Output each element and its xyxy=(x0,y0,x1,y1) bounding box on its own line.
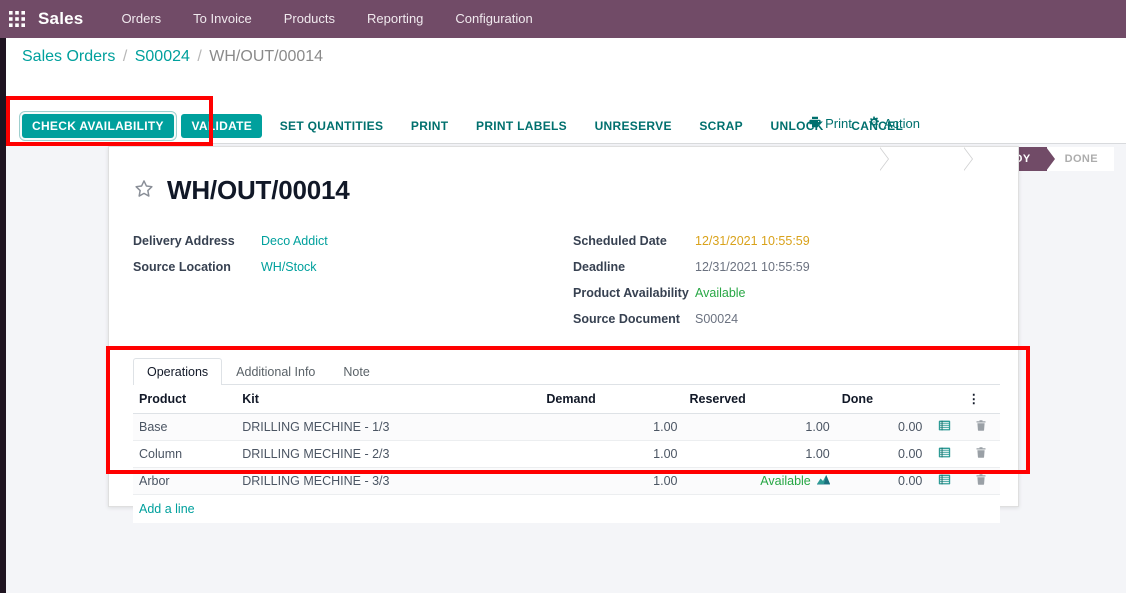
form-fields-left: Delivery Address Deco Addict Source Loca… xyxy=(133,232,573,336)
field-label: Product Availability xyxy=(573,286,689,300)
cell-done[interactable]: 0.00 xyxy=(835,467,929,495)
nav-item-reporting[interactable]: Reporting xyxy=(351,0,439,38)
detailed-operations-icon[interactable] xyxy=(938,446,951,459)
field-value: S00024 xyxy=(695,312,739,326)
field-value: 12/31/2021 10:55:59 xyxy=(695,260,810,274)
breadcrumb-current: WH/OUT/00014 xyxy=(209,48,324,65)
print-labels-button[interactable]: PRINT LABELS xyxy=(466,114,577,138)
field-delivery-address: Delivery Address Deco Addict xyxy=(133,232,573,250)
cell-product[interactable]: Arbor xyxy=(133,467,237,495)
field-value: 12/31/2021 10:55:59 xyxy=(695,234,810,248)
cancel-button[interactable]: CANCEL xyxy=(841,114,913,138)
cell-reserved[interactable]: Available xyxy=(683,467,836,495)
field-value: Available xyxy=(695,286,746,300)
field-label: Scheduled Date xyxy=(573,234,667,248)
field-label: Source Location xyxy=(133,260,231,274)
forecast-report-icon[interactable] xyxy=(816,474,830,488)
trash-icon[interactable] xyxy=(975,419,987,432)
field-product-availability: Product Availability Available xyxy=(573,284,810,302)
nav-item-configuration[interactable]: Configuration xyxy=(439,0,548,38)
breadcrumb-separator-2: / xyxy=(197,48,202,65)
operations-table: Product Kit Demand Reserved Done ⋮ Base xyxy=(133,385,1000,523)
field-label: Delivery Address xyxy=(133,234,235,248)
field-value[interactable]: Deco Addict xyxy=(261,232,328,250)
control-panel: Sales Orders / S00024 / WH/OUT/00014 EDI… xyxy=(6,38,1126,171)
tab-additional-info[interactable]: Additional Info xyxy=(222,358,329,385)
reserved-available-label: Available xyxy=(760,474,811,488)
field-deadline: Deadline 12/31/2021 10:55:59 xyxy=(573,258,810,276)
field-label: Deadline xyxy=(573,260,626,274)
column-header-done: Done xyxy=(835,385,929,414)
unreserve-button[interactable]: UNRESERVE xyxy=(585,114,682,138)
form-sheet-wrapper: WH/OUT/00014 Delivery Address Deco Addic… xyxy=(108,146,1019,523)
field-source-document: Source Document S00024 xyxy=(573,310,810,328)
cell-done[interactable]: 0.00 xyxy=(835,440,929,468)
field-value[interactable]: WH/Stock xyxy=(261,258,317,276)
cell-demand[interactable]: 1.00 xyxy=(540,413,684,441)
table-header-row: Product Kit Demand Reserved Done ⋮ xyxy=(133,385,1000,414)
column-header-reserved: Reserved xyxy=(683,385,836,414)
title-row: WH/OUT/00014 xyxy=(133,175,1000,206)
field-label: Source Document xyxy=(573,312,680,326)
set-quantities-button[interactable]: SET QUANTITIES xyxy=(270,114,394,138)
breadcrumb-sales-orders[interactable]: Sales Orders xyxy=(22,48,115,65)
check-availability-button[interactable]: CHECK AVAILABILITY xyxy=(22,114,174,138)
cell-kit[interactable]: DRILLING MECHINE - 1/3 xyxy=(236,413,541,441)
cell-product[interactable]: Column xyxy=(133,440,237,468)
column-header-demand: Demand xyxy=(540,385,684,414)
field-source-location: Source Location WH/Stock xyxy=(133,258,573,276)
scrap-button[interactable]: SCRAP xyxy=(689,114,753,138)
field-scheduled-date: Scheduled Date 12/31/2021 10:55:59 xyxy=(573,232,810,250)
nav-item-to-invoice[interactable]: To Invoice xyxy=(177,0,268,38)
top-navbar: Sales Orders To Invoice Products Reporti… xyxy=(0,0,1126,38)
cell-reserved[interactable]: 1.00 xyxy=(683,440,836,468)
table-row[interactable]: Column DRILLING MECHINE - 2/3 1.00 1.00 … xyxy=(133,440,1000,468)
trash-icon[interactable] xyxy=(975,446,987,459)
breadcrumb-s00024[interactable]: S00024 xyxy=(135,48,190,65)
tab-note[interactable]: Note xyxy=(329,358,383,385)
star-outline-icon[interactable] xyxy=(133,178,155,203)
validate-button[interactable]: VALIDATE xyxy=(181,114,263,138)
tab-operations[interactable]: Operations xyxy=(133,358,223,385)
add-a-line-link[interactable]: Add a line xyxy=(133,495,201,523)
cell-demand[interactable]: 1.00 xyxy=(540,467,684,495)
breadcrumb: Sales Orders / S00024 / WH/OUT/00014 xyxy=(22,48,323,66)
nav-item-products[interactable]: Products xyxy=(268,0,351,38)
form-fields: Delivery Address Deco Addict Source Loca… xyxy=(133,232,1000,336)
page-title: WH/OUT/00014 xyxy=(167,175,350,205)
detailed-operations-icon[interactable] xyxy=(938,419,951,432)
add-line-row[interactable]: Add a line xyxy=(133,494,1000,523)
column-header-kit: Kit xyxy=(236,385,541,414)
app-window: Sales Orders To Invoice Products Reporti… xyxy=(0,0,1126,593)
table-row[interactable]: Base DRILLING MECHINE - 1/3 1.00 1.00 0.… xyxy=(133,413,1000,441)
unlock-button[interactable]: UNLOCK xyxy=(761,114,834,138)
status-done[interactable]: DONE xyxy=(1046,147,1114,171)
table-body: Base DRILLING MECHINE - 1/3 1.00 1.00 0.… xyxy=(133,413,1000,523)
cell-kit[interactable]: DRILLING MECHINE - 2/3 xyxy=(236,440,541,468)
cell-done[interactable]: 0.00 xyxy=(835,413,929,441)
record-buttons-row: CHECK AVAILABILITY VALIDATE SET QUANTITI… xyxy=(22,114,917,138)
notebook-tabs: Operations Additional Info Note xyxy=(133,358,1000,385)
cell-product[interactable]: Base xyxy=(133,413,237,441)
cell-reserved[interactable]: 1.00 xyxy=(683,413,836,441)
form-fields-right: Scheduled Date 12/31/2021 10:55:59 Deadl… xyxy=(573,232,810,336)
cell-demand[interactable]: 1.00 xyxy=(540,440,684,468)
column-header-product: Product xyxy=(133,385,237,414)
form-sheet: WH/OUT/00014 Delivery Address Deco Addic… xyxy=(108,146,1019,523)
print-record-button[interactable]: PRINT xyxy=(401,114,459,138)
apps-grid-icon[interactable] xyxy=(0,0,34,38)
operations-table-wrapper: Product Kit Demand Reserved Done ⋮ Base xyxy=(133,385,1000,523)
nav-item-orders[interactable]: Orders xyxy=(105,0,177,38)
table-row[interactable]: Arbor DRILLING MECHINE - 3/3 1.00 Availa… xyxy=(133,467,1000,495)
detailed-operations-icon[interactable] xyxy=(938,473,951,486)
app-brand-sales[interactable]: Sales xyxy=(34,0,105,38)
trash-icon[interactable] xyxy=(975,473,987,486)
table-head: Product Kit Demand Reserved Done ⋮ xyxy=(133,385,1000,414)
breadcrumb-separator-1: / xyxy=(122,48,128,65)
cell-kit[interactable]: DRILLING MECHINE - 3/3 xyxy=(236,467,541,495)
kebab-menu-icon[interactable]: ⋮ xyxy=(961,385,1000,414)
